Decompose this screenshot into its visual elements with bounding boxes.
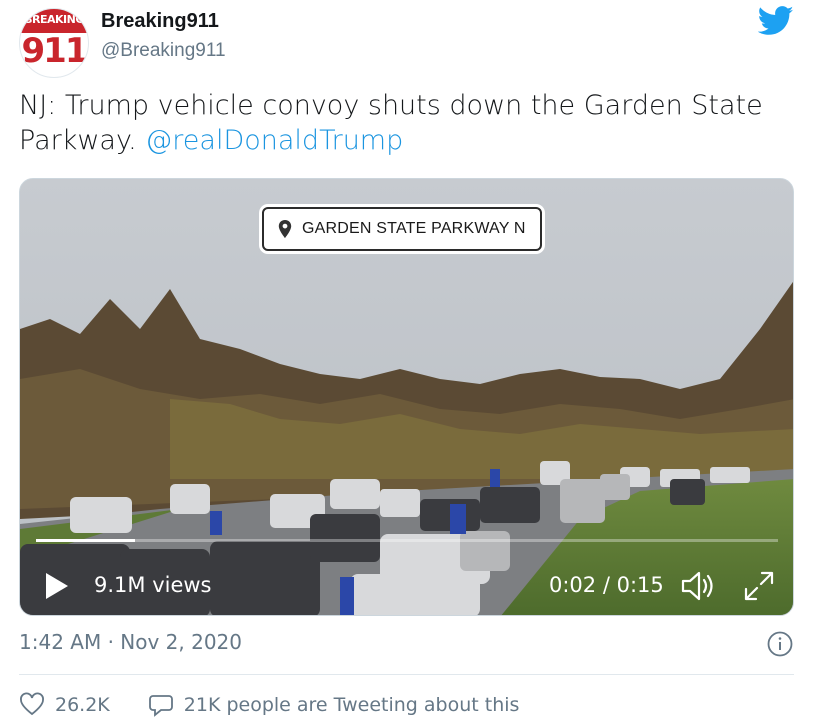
location-tag: GARDEN STATE PARKWAY N	[262, 207, 542, 251]
mention-link[interactable]: @realDonaldTrump	[145, 125, 403, 156]
video-timecode: 0:02 / 0:15	[549, 573, 664, 597]
location-label: GARDEN STATE PARKWAY N	[302, 220, 526, 237]
tweet-timestamp[interactable]: 1:42 AM · Nov 2, 2020	[19, 630, 242, 654]
video-player[interactable]: GARDEN STATE PARKWAY N 9.1M views 0:02 /…	[19, 178, 794, 616]
avatar[interactable]: BREAKING 911	[19, 8, 89, 78]
heart-icon	[20, 692, 44, 716]
display-name[interactable]: Breaking911	[101, 10, 219, 33]
video-progress-fill	[36, 539, 135, 542]
tweet-actions: 26.2K 21K people are Tweeting about this	[19, 690, 557, 720]
avatar-breaking-text: BREAKING	[24, 13, 84, 26]
twitter-logo-icon[interactable]	[758, 6, 794, 36]
discussion-label: 21K people are Tweeting about this	[183, 694, 520, 716]
video-progress-bar[interactable]	[36, 539, 778, 542]
tweet-text: NJ: Trump vehicle convoy shuts down the …	[19, 88, 799, 158]
expand-icon[interactable]	[742, 569, 776, 603]
view-count: 9.1M views	[94, 573, 212, 597]
avatar-number: 911	[21, 31, 89, 71]
play-icon[interactable]	[42, 571, 72, 601]
location-pin-icon	[278, 220, 292, 238]
comment-icon	[148, 695, 173, 717]
user-handle[interactable]: @Breaking911	[101, 40, 226, 62]
tweet-card: BREAKING 911 Breaking911 @Breaking911 NJ…	[0, 0, 817, 717]
volume-icon[interactable]	[680, 569, 716, 603]
like-count: 26.2K	[55, 694, 110, 716]
discussion-action[interactable]: 21K people are Tweeting about this	[148, 692, 520, 718]
info-icon[interactable]	[767, 631, 793, 657]
like-action[interactable]: 26.2K	[19, 692, 110, 718]
divider	[19, 674, 794, 675]
